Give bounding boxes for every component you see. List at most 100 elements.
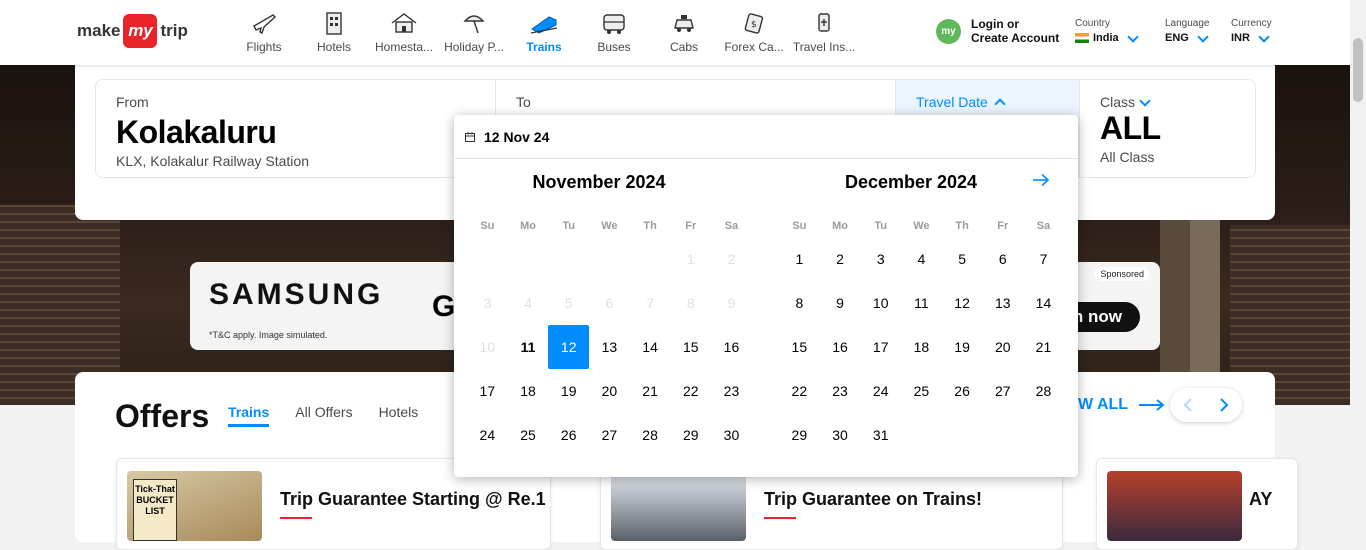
india-flag-icon	[1075, 33, 1089, 43]
calendar-day[interactable]: 15	[670, 325, 711, 369]
nav-trains[interactable]: Trains	[509, 0, 579, 54]
view-all-link[interactable]: W ALL	[1078, 396, 1166, 414]
calendar-day[interactable]: 2	[820, 237, 861, 281]
train-icon	[509, 10, 579, 36]
calendar-day[interactable]: 1	[779, 237, 820, 281]
nav-homestays[interactable]: Homesta...	[369, 0, 439, 54]
logo-text-trip: trip	[160, 21, 188, 40]
calendar-day[interactable]: 25	[901, 369, 942, 413]
calendar-day[interactable]: 7	[1023, 237, 1064, 281]
page-scrollbar[interactable]	[1350, 0, 1366, 528]
calendar-day[interactable]: 18	[508, 369, 549, 413]
calendar-day[interactable]: 20	[589, 369, 630, 413]
from-field[interactable]: From Kolakaluru KLX, Kolakalur Railway S…	[96, 80, 496, 177]
calendar-day[interactable]: 29	[670, 413, 711, 457]
login-button[interactable]: my Login or Create Account	[936, 17, 1059, 45]
offer-image: Tick-That BUCKET LIST	[127, 471, 262, 541]
calendar-day[interactable]: 3	[860, 237, 901, 281]
nav-label: Hotels	[316, 40, 351, 54]
calendar-day[interactable]: 18	[901, 325, 942, 369]
calendar-day[interactable]: 23	[820, 369, 861, 413]
calendar-day[interactable]: 6	[982, 237, 1023, 281]
language-label: Language	[1165, 18, 1210, 29]
offer-card[interactable]: AY	[1096, 458, 1298, 550]
calendar-day[interactable]: 23	[711, 369, 752, 413]
carousel-prev-button[interactable]	[1170, 388, 1206, 422]
class-field[interactable]: Class ALL All Class	[1080, 80, 1255, 177]
calendar-day[interactable]: 15	[779, 325, 820, 369]
tab-hotels[interactable]: Hotels	[379, 404, 419, 427]
from-caption: From	[116, 94, 149, 110]
calendar-day[interactable]: 22	[670, 369, 711, 413]
calendar-day[interactable]: 22	[779, 369, 820, 413]
makemytrip-logo[interactable]: make my trip	[77, 14, 188, 48]
calendar-day[interactable]: 19	[548, 369, 589, 413]
nav-holiday-packages[interactable]: Holiday P...	[439, 0, 509, 54]
red-divider	[764, 517, 796, 519]
calendar-day[interactable]: 28	[1023, 369, 1064, 413]
calendar-day[interactable]: 5	[942, 237, 983, 281]
weekday-label: Mo	[832, 220, 848, 232]
date-input[interactable]: 12 Nov 24	[454, 115, 1078, 159]
offer-image	[611, 471, 746, 541]
carousel-next-button[interactable]	[1206, 388, 1242, 422]
currency-value: INR	[1231, 32, 1250, 44]
calendar-day[interactable]: 21	[630, 369, 671, 413]
country-selector[interactable]: Country India	[1075, 18, 1139, 44]
calendar-day[interactable]: 30	[820, 413, 861, 457]
nav-travel-insurance[interactable]: Travel Ins...	[789, 0, 859, 54]
calendar-day[interactable]: 13	[982, 281, 1023, 325]
calendar-day[interactable]: 25	[508, 413, 549, 457]
tab-trains[interactable]: Trains	[228, 404, 270, 427]
calendar-day[interactable]: 27	[589, 413, 630, 457]
calendar-day[interactable]: 11	[901, 281, 942, 325]
top-navbar: make my trip Flights Hotels Homesta... H…	[0, 0, 1366, 65]
calendar-day[interactable]: 20	[982, 325, 1023, 369]
calendar-day[interactable]: 17	[467, 369, 508, 413]
calendar-day[interactable]: 30	[711, 413, 752, 457]
next-month-button[interactable]	[1032, 173, 1050, 192]
calendar-day[interactable]: 8	[779, 281, 820, 325]
nav-hotels[interactable]: Hotels	[299, 0, 369, 54]
calendar-day: 1	[686, 251, 695, 267]
nav-cabs[interactable]: Cabs	[649, 0, 719, 54]
language-selector[interactable]: Language ENG	[1165, 18, 1210, 44]
calendar-day[interactable]: 12	[942, 281, 983, 325]
calendar-day[interactable]: 16	[711, 325, 752, 369]
tab-all-offers[interactable]: All Offers	[295, 404, 352, 427]
calendar-day-selected[interactable]: 12	[548, 325, 590, 369]
class-caption: Class	[1100, 94, 1136, 110]
calendar-day[interactable]: 4	[901, 237, 942, 281]
calendar-day[interactable]: 13	[589, 325, 630, 369]
nav-label: Holiday P...	[444, 40, 504, 54]
nav-buses[interactable]: Buses	[579, 0, 649, 54]
currency-selector[interactable]: Currency INR	[1231, 18, 1272, 44]
calendar-day[interactable]: 26	[548, 413, 589, 457]
calendar-day[interactable]: 10	[860, 281, 901, 325]
calendar-day[interactable]: 17	[860, 325, 901, 369]
calendar-day[interactable]: 14	[1023, 281, 1064, 325]
weekday-label: Th	[643, 220, 657, 232]
offer-tabs: Trains All Offers Hotels	[228, 404, 444, 427]
nav-forex-card[interactable]: $ Forex Ca...	[719, 0, 789, 54]
calendar-day[interactable]: 26	[942, 369, 983, 413]
calendar-day[interactable]: 11	[508, 325, 549, 369]
ad-brand: SAMSUNG	[209, 278, 384, 311]
calendar-day[interactable]: 24	[467, 413, 508, 457]
nav-flights[interactable]: Flights	[229, 0, 299, 54]
calendar-day[interactable]: 19	[942, 325, 983, 369]
language-value: ENG	[1165, 32, 1189, 44]
scrollbar-thumb[interactable]	[1353, 38, 1363, 102]
calendar-day[interactable]: 31	[860, 413, 901, 457]
calendar-day[interactable]: 29	[779, 413, 820, 457]
calendar-day[interactable]: 14	[630, 325, 671, 369]
calendar-day[interactable]: 28	[630, 413, 671, 457]
calendar-day[interactable]: 24	[860, 369, 901, 413]
from-station: KLX, Kolakalur Railway Station	[116, 153, 309, 169]
calendar-day[interactable]: 21	[1023, 325, 1064, 369]
calendar-day: 10	[479, 339, 496, 355]
calendar-day[interactable]: 9	[820, 281, 861, 325]
calendar-day[interactable]: 16	[820, 325, 861, 369]
weekday-label: Fr	[685, 220, 697, 232]
calendar-day[interactable]: 27	[982, 369, 1023, 413]
